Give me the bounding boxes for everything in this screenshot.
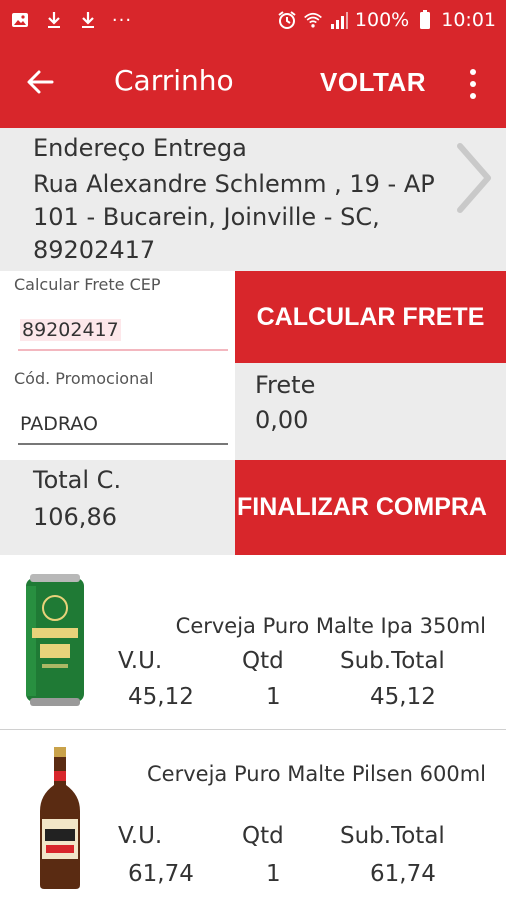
voltar-button[interactable]: VOLTAR <box>320 67 426 98</box>
list-item[interactable]: Cerveja Puro Malte Pilsen 600ml V.U. Qtd… <box>0 731 506 900</box>
vu-header: V.U. <box>118 648 163 674</box>
more-notifications-icon: ··· <box>111 9 133 31</box>
battery-icon <box>415 10 435 30</box>
unit-price: 61,74 <box>128 861 194 887</box>
arrow-left-icon <box>26 69 54 99</box>
address-text: Rua Alexandre Schlemm , 19 - AP 101 - Bu… <box>33 170 435 264</box>
alarm-icon <box>277 10 297 30</box>
calcular-frete-button[interactable]: CALCULAR FRETE <box>235 271 506 363</box>
promo-label: Cód. Promocional <box>14 369 154 388</box>
cep-label: Calcular Frete CEP <box>14 275 161 294</box>
back-button[interactable] <box>0 40 80 128</box>
promo-code-input[interactable]: PADRAO <box>18 405 228 445</box>
quantity: 1 <box>266 861 281 887</box>
frete-summary: Frete 0,00 <box>235 363 506 460</box>
qtd-header: Qtd <box>242 823 284 849</box>
address-label: Endereço Entrega <box>33 134 247 162</box>
beer-bottle-image <box>36 745 84 895</box>
quantity: 1 <box>266 684 281 710</box>
cep-input[interactable]: 89202417 <box>18 311 228 351</box>
beer-can-image <box>22 572 88 712</box>
download-icon <box>78 10 98 30</box>
delivery-address[interactable]: Endereço Entrega Rua Alexandre Schlemm ,… <box>0 128 506 271</box>
overflow-menu-icon[interactable] <box>458 62 488 106</box>
battery-percent: 100% <box>354 9 410 31</box>
vu-header: V.U. <box>118 823 163 849</box>
signal-icon <box>329 10 349 30</box>
page-title: Carrinho <box>114 64 234 97</box>
finalizar-compra-button[interactable]: FINALIZAR COMPRA <box>235 460 506 555</box>
product-name: Cerveja Puro Malte Pilsen 600ml <box>147 762 486 786</box>
qtd-header: Qtd <box>242 648 284 674</box>
app-bar: Carrinho VOLTAR <box>0 40 506 128</box>
product-name: Cerveja Puro Malte Ipa 350ml <box>175 614 486 638</box>
total-value: 106,86 <box>33 503 117 531</box>
subtotal: 61,74 <box>370 861 436 887</box>
total-label: Total C. <box>33 466 122 494</box>
download-icon <box>44 10 64 30</box>
subtotal: 45,12 <box>370 684 436 710</box>
frete-value: 0,00 <box>255 406 309 434</box>
list-item[interactable]: Cerveja Puro Malte Ipa 350ml V.U. Qtd Su… <box>0 560 506 730</box>
subtotal-header: Sub.Total <box>340 648 445 674</box>
frete-label: Frete <box>255 371 316 399</box>
chevron-right-icon[interactable] <box>452 140 496 220</box>
status-bar: ··· 100% 10:01 <box>0 0 506 40</box>
subtotal-header: Sub.Total <box>340 823 445 849</box>
cep-value: 89202417 <box>20 319 121 341</box>
total-summary: Total C. 106,86 <box>0 460 235 555</box>
unit-price: 45,12 <box>128 684 194 710</box>
image-notification-icon <box>10 10 30 30</box>
wifi-icon <box>303 10 323 30</box>
shipping-form: Calcular Frete CEP 89202417 Cód. Promoci… <box>12 271 234 459</box>
clock: 10:01 <box>441 9 496 31</box>
